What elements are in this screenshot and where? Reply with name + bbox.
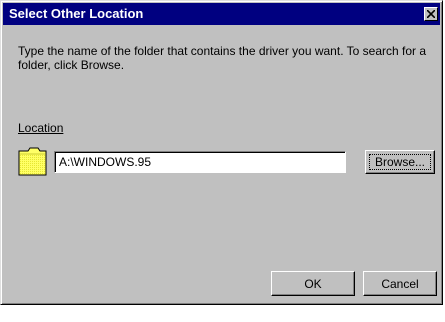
close-icon — [427, 10, 435, 18]
folder-icon — [18, 147, 47, 176]
window-title: Select Other Location — [9, 6, 144, 21]
location-input[interactable] — [54, 151, 346, 173]
title-bar[interactable]: Select Other Location — [3, 3, 440, 25]
select-other-location-dialog: Select Other Location Type the name of t… — [0, 0, 443, 305]
ok-button[interactable]: OK — [271, 271, 355, 296]
browse-button[interactable]: Browse... — [365, 150, 435, 174]
location-label: Location — [18, 121, 63, 135]
cancel-button[interactable]: Cancel — [363, 271, 437, 296]
close-button[interactable] — [424, 7, 438, 21]
location-label-text: Location — [18, 121, 64, 135]
instructions-text: Type the name of the folder that contain… — [18, 44, 427, 72]
